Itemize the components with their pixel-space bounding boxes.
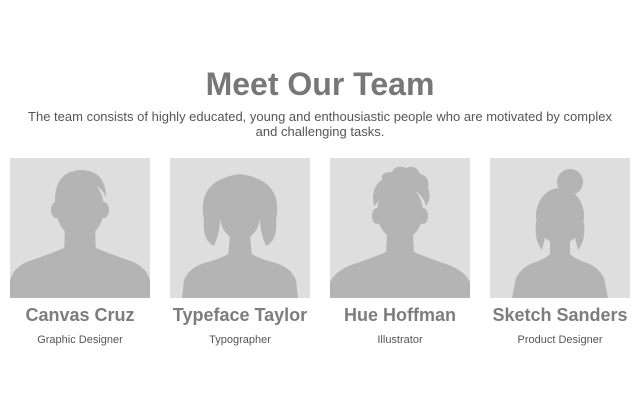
team-section: Meet Our Team The team consists of highl… (0, 0, 640, 411)
team-intro-text: The team consists of highly educated, yo… (28, 109, 612, 139)
team-members-grid: Canvas Cruz Graphic Designer Typeface Ta… (0, 158, 640, 358)
team-member-role: Graphic Designer (37, 334, 123, 346)
team-member-role: Product Designer (517, 334, 603, 346)
female-bun-hair-silhouette-icon (512, 169, 608, 298)
page-title: Meet Our Team (205, 66, 435, 102)
team-member-name: Canvas Cruz (25, 305, 135, 325)
team-member-name: Hue Hoffman (344, 305, 456, 325)
team-member-photo (10, 158, 150, 298)
team-member-name: Sketch Sanders (492, 305, 628, 325)
female-bob-hair-silhouette-icon (182, 174, 298, 298)
male-short-hair-silhouette-icon (10, 170, 150, 298)
team-member-photo (490, 158, 630, 298)
male-spiky-hair-silhouette-icon (330, 166, 470, 298)
team-member-role: Illustrator (377, 334, 423, 346)
team-member-role: Typographer (209, 334, 271, 346)
team-member-photo (170, 158, 310, 298)
team-member-photo (330, 158, 470, 298)
team-member-name: Typeface Taylor (172, 305, 308, 325)
